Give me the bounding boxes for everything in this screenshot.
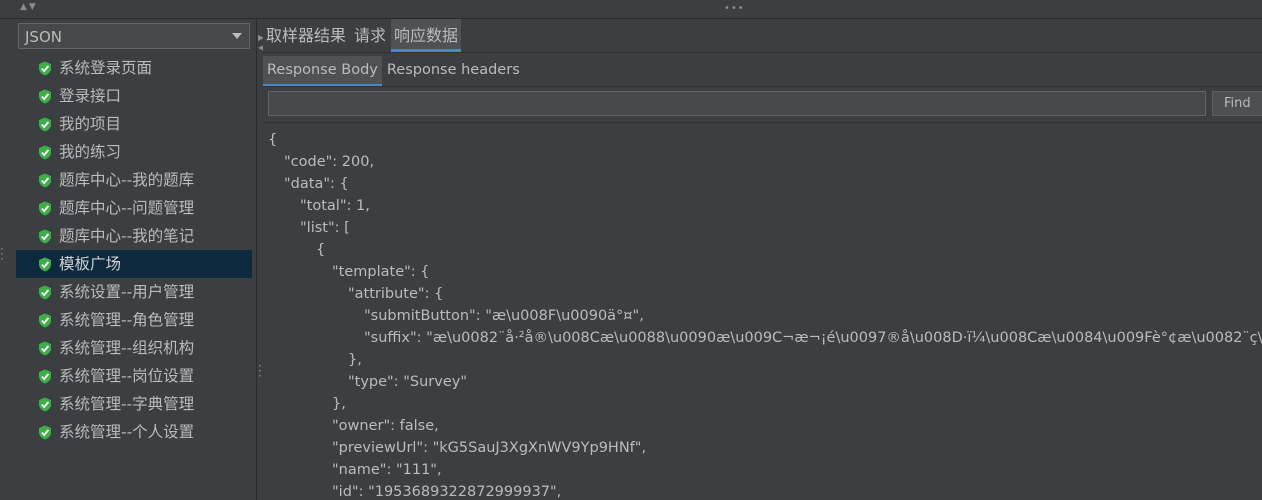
tree-item-label: 题库中心--我的题库 [59,171,195,189]
json-line: }, [348,352,362,368]
response-subtabs: Response Body Response headers [263,56,525,86]
renderer-select-value: JSON [25,28,62,46]
result-tabs: 取样器结果 请求 响应数据 [263,19,463,52]
tree-item[interactable]: 系统管理--角色管理 [16,306,252,334]
tree-item-label: 我的练习 [59,143,122,161]
json-line: "code": 200, [284,154,375,170]
left-splitter-grip-icon[interactable]: · · · [0,243,4,265]
response-body-text[interactable]: { "code": 200, "data": { "total": 1, "li… [268,129,1262,500]
sampler-tree: 系统登录页面 登录接口 我的项目 我的练习 题库中心--我的题库 题库中心--问… [16,54,252,446]
success-shield-icon [39,89,51,104]
tab-response-headers[interactable]: Response headers [383,56,524,84]
tree-item-label: 系统管理--角色管理 [59,311,195,329]
tree-item[interactable]: 系统管理--字典管理 [16,390,252,418]
tree-item-label: 系统设置--用户管理 [59,283,195,301]
success-shield-icon [39,145,51,160]
tree-item[interactable]: 系统管理--岗位设置 [16,362,252,390]
collapse-arrows-icon[interactable]: ▲▼ [20,2,38,12]
tree-item-label: 我的项目 [59,115,122,133]
success-shield-icon [39,229,51,244]
tree-item-label: 模板广场 [59,255,122,273]
tab-response-data[interactable]: 响应数据 [391,19,462,52]
json-line: "name": "111", [332,462,442,478]
success-shield-icon [39,425,51,440]
tree-item-label: 题库中心--我的笔记 [59,227,195,245]
tree-item[interactable]: 系统管理--个人设置 [16,418,252,446]
search-input[interactable] [268,91,1206,116]
success-shield-icon [39,285,51,300]
divider [263,86,1262,87]
json-line: "template": { [332,264,430,280]
success-shield-icon [39,173,51,188]
tree-item[interactable]: 登录接口 [16,82,252,110]
tree-item[interactable]: 我的练习 [16,138,252,166]
top-toolbar: ▲▼ ••• [0,0,1262,19]
json-line: "list": [ [300,220,350,236]
json-line: "total": 1, [300,198,370,214]
json-line: { [268,132,278,148]
divider [263,122,1262,123]
tree-item[interactable]: 题库中心--问题管理 [16,194,252,222]
tree-item-label: 系统管理--个人设置 [59,423,195,441]
tree-item[interactable]: 系统设置--用户管理 [16,278,252,306]
divider [263,52,1262,53]
splitter-grip-icon[interactable]: · · · [258,360,262,382]
json-line: { [316,242,326,258]
tab-request[interactable]: 请求 [351,19,389,51]
success-shield-icon [39,341,51,356]
success-shield-icon [39,117,51,132]
chevron-down-icon[interactable] [232,33,242,39]
splitter-grip-icon[interactable]: ••• [724,3,745,14]
renderer-select[interactable]: JSON [18,23,250,49]
tab-response-body[interactable]: Response Body [263,56,382,86]
json-line: "previewUrl": "kG5SauJ3XgXnWV9Yp9HNf", [332,440,647,456]
success-shield-icon [39,61,51,76]
tree-item-label: 系统登录页面 [59,59,153,77]
tree-item[interactable]: 题库中心--我的题库 [16,166,252,194]
success-shield-icon [39,397,51,412]
tree-item-selected[interactable]: 模板广场 [16,250,252,278]
tree-item-label: 题库中心--问题管理 [59,199,195,217]
json-line: "owner": false, [332,418,439,434]
success-shield-icon [39,313,51,328]
tree-item[interactable]: 系统管理--组织机构 [16,334,252,362]
json-line: "id": "1953689322872999937", [332,484,562,500]
tree-item-label: 系统管理--组织机构 [59,339,195,357]
tree-item[interactable]: 系统登录页面 [16,54,252,82]
tree-item-label: 系统管理--岗位设置 [59,367,195,385]
tree-item-label: 系统管理--字典管理 [59,395,195,413]
json-line: "data": { [284,176,349,192]
tree-item[interactable]: 我的项目 [16,110,252,138]
result-detail-panel: 取样器结果 请求 响应数据 Response Body Response hea… [263,19,1262,500]
result-tree-panel: · · · JSON 系统登录页面 登录接口 我的项目 我的练习 题库中心--我的题… [0,19,256,500]
json-line: "type": "Survey" [348,374,468,390]
tree-item-label: 登录接口 [59,87,122,105]
success-shield-icon [39,369,51,384]
tab-sampler-result[interactable]: 取样器结果 [263,19,349,51]
json-line: "attribute": { [348,286,444,302]
json-line: }, [332,396,346,412]
tree-item[interactable]: 题库中心--我的笔记 [16,222,252,250]
json-line: "submitButton": "æ\u008F\u0090ä°¤", [364,308,644,324]
json-line: "suffix": "æ\u0082¨å·²å®\u008Cæ\u0088\u0… [364,330,1262,346]
success-shield-icon [39,257,51,272]
success-shield-icon [39,201,51,216]
find-button[interactable]: Find [1212,91,1262,116]
